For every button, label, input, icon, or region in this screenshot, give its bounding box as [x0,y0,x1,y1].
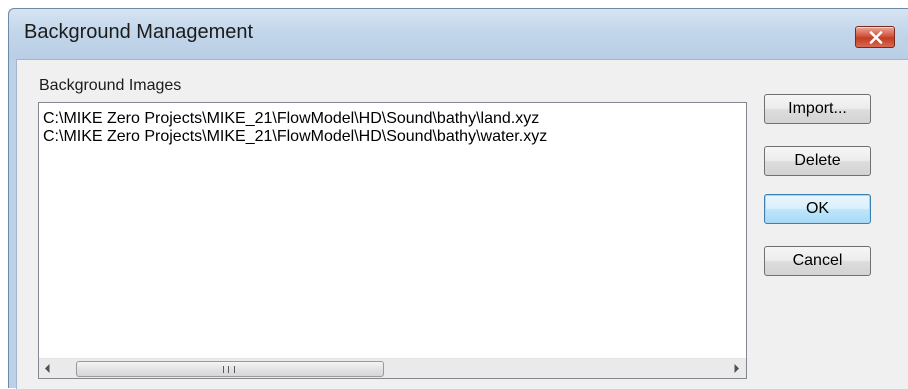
title-bar[interactable]: Background Management [9,9,908,59]
delete-button[interactable]: Delete [764,146,871,176]
dialog-body: Background Images C:\MIKE Zero Projects\… [16,59,908,389]
ok-button[interactable]: OK [764,194,871,224]
background-management-dialog: Background Management Background Images … [8,8,908,389]
right-arrow-icon [734,364,739,373]
horizontal-scrollbar[interactable] [39,358,746,378]
background-images-list[interactable]: C:\MIKE Zero Projects\MIKE_21\FlowModel\… [38,102,747,379]
scroll-left-button[interactable] [39,359,57,378]
cancel-button[interactable]: Cancel [764,246,871,276]
scroll-right-button[interactable] [728,359,746,378]
import-button[interactable]: Import... [764,94,871,124]
grip-icon [223,366,235,373]
close-button[interactable] [855,26,895,48]
list-item[interactable]: C:\MIKE Zero Projects\MIKE_21\FlowModel\… [43,110,539,128]
left-arrow-icon [45,364,50,373]
scroll-thumb[interactable] [76,361,384,377]
list-item[interactable]: C:\MIKE Zero Projects\MIKE_21\FlowModel\… [43,128,547,146]
background-images-label: Background Images [39,77,182,94]
close-icon [869,31,883,44]
window-title: Background Management [24,21,254,43]
